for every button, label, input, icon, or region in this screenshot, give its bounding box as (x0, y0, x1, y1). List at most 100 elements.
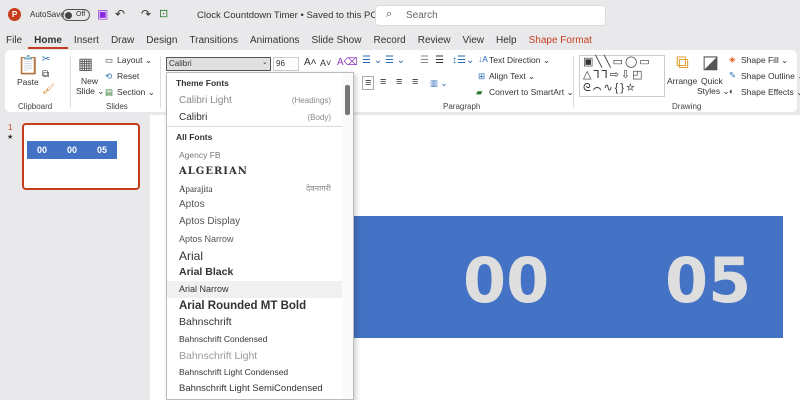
font-option-name: Bahnschrift Condensed (179, 333, 268, 344)
tab-slide-show[interactable]: Slide Show (305, 33, 367, 49)
copy-icon[interactable]: ⧉ (42, 69, 49, 80)
layout-button[interactable]: Layout ⌄ (117, 55, 152, 66)
paste-icon[interactable]: 📋 (17, 55, 39, 76)
decrease-font-size-icon[interactable]: A˅ (320, 58, 331, 68)
font-option[interactable]: Bahnschrift Light Condensed (167, 364, 343, 381)
font-option[interactable]: Aptos Display (167, 214, 343, 231)
shape-effects-button[interactable]: Shape Effects ⌄ (741, 87, 800, 98)
font-option[interactable]: Bahnschrift Light SemiCondensed (167, 381, 343, 398)
font-size-input[interactable]: 96 (273, 57, 299, 71)
font-option-name: Arial Narrow (179, 283, 229, 294)
tab-insert[interactable]: Insert (68, 33, 105, 49)
layout-icon: ▭ (105, 55, 114, 65)
section-button[interactable]: Section ⌄ (117, 87, 155, 98)
font-option-name: Arial Black (179, 266, 234, 279)
font-option[interactable]: Arial (167, 248, 343, 265)
decrease-indent-icon[interactable]: ☰ (420, 55, 429, 66)
increase-font-size-icon[interactable]: A˄ (304, 57, 317, 68)
tab-view[interactable]: View (457, 33, 491, 49)
increase-indent-icon[interactable]: ☰ (435, 55, 444, 66)
cut-icon[interactable]: ✂ (42, 54, 50, 65)
font-dropdown-scrollbar[interactable] (342, 73, 353, 399)
present-icon[interactable]: ⊡ (159, 7, 168, 20)
tab-home[interactable]: Home (28, 33, 68, 49)
font-option[interactable]: Bahnschrift (167, 314, 343, 331)
font-name-input[interactable]: Calibri (166, 57, 271, 71)
tab-file[interactable]: File (0, 33, 28, 49)
font-option-hint: (Headings) (291, 96, 331, 105)
tab-design[interactable]: Design (140, 33, 183, 49)
align-left-icon[interactable]: ≡ (362, 76, 375, 90)
font-option[interactable]: Arial Black (167, 264, 343, 281)
align-center-icon[interactable]: ≡ (380, 76, 386, 88)
new-slide-label[interactable]: Slide ⌄ (76, 86, 104, 97)
font-option-name: Agency FB (179, 150, 221, 161)
new-slide-icon[interactable]: ▦ (78, 54, 93, 74)
tab-shape-format[interactable]: Shape Format (523, 33, 598, 49)
tab-transitions[interactable]: Transitions (183, 33, 244, 49)
reset-button[interactable]: Reset (117, 71, 139, 81)
section-icon: ▤ (105, 87, 114, 97)
shape-effects-icon: ◐ (729, 86, 735, 96)
font-option[interactable]: Agency FB (167, 147, 343, 164)
autosave-toggle[interactable]: Off (62, 9, 90, 21)
align-text-button[interactable]: Align Text ⌄ (489, 71, 535, 82)
font-option[interactable]: Arial Rounded MT Bold (167, 298, 343, 315)
paragraph-group-label: Paragraph (443, 102, 481, 111)
font-option-name: Calibri (179, 111, 208, 123)
slide-number: 1 (8, 123, 13, 132)
quick-styles-icon[interactable]: ◪ (702, 52, 719, 73)
shape-fill-button[interactable]: Shape Fill ⌄ (741, 55, 788, 66)
font-option-name: Bahnschrift Light (179, 349, 258, 362)
tab-record[interactable]: Record (367, 33, 411, 49)
font-option[interactable]: Calibri Light (Headings) (167, 93, 343, 110)
timer-seconds[interactable]: 05 (665, 244, 751, 317)
quick-styles-label[interactable]: Styles ⌄ (697, 86, 730, 97)
font-option[interactable]: ALGERIAN (167, 164, 343, 181)
line-spacing-icon[interactable]: ↕☰⌄ (452, 55, 474, 66)
convert-smartart-button[interactable]: Convert to SmartArt ⌄ (489, 87, 574, 98)
ribbon-tabs: File Home Insert Draw Design Transitions Anima… (0, 33, 598, 49)
document-title[interactable]: Clock Countdown Timer • Saved to this PC… (197, 10, 388, 21)
arrange-icon[interactable]: ⧉ (676, 52, 689, 73)
font-option[interactable]: Aptos (167, 197, 343, 214)
clear-formatting-icon[interactable]: A⌫ (337, 57, 358, 68)
font-name-dropdown-chevron-icon[interactable]: ⌄ (262, 58, 268, 66)
numbering-icon[interactable]: ☰ ⌄ (385, 55, 405, 66)
reset-icon: ⟲ (105, 71, 113, 81)
tab-animations[interactable]: Animations (244, 33, 305, 49)
justify-icon[interactable]: ≡ (412, 76, 418, 88)
font-option[interactable]: Arial Narrow (167, 280, 343, 298)
all-fonts-header: All Fonts (176, 132, 213, 143)
thumbnail-hours: 00 (36, 145, 47, 155)
font-option-name: Bahnschrift Light SemiCondensed (179, 383, 323, 394)
shape-outline-button[interactable]: Shape Outline ⌄ (741, 71, 800, 82)
font-option[interactable]: Bahnschrift Condensed (167, 331, 343, 348)
font-option[interactable]: Aparajita देवनागरी (167, 181, 343, 198)
text-direction-button[interactable]: Text Direction ⌄ (489, 55, 550, 66)
redo-icon[interactable]: ↷ (141, 7, 151, 21)
undo-icon[interactable]: ↶ (115, 7, 125, 21)
font-option[interactable]: Bahnschrift Light (167, 348, 343, 365)
search-input[interactable]: Search (375, 5, 606, 26)
format-painter-icon[interactable]: 🖌 (42, 84, 55, 95)
font-option[interactable]: Calibri (Body) (167, 110, 343, 127)
tab-help[interactable]: Help (490, 33, 523, 49)
align-right-icon[interactable]: ≡ (396, 76, 402, 88)
tab-review[interactable]: Review (412, 33, 457, 49)
timer-minutes[interactable]: 00 (463, 244, 549, 317)
scrollbar-thumb[interactable] (345, 85, 350, 115)
arrange-button[interactable]: Arrange (667, 76, 697, 86)
tab-draw[interactable]: Draw (105, 33, 140, 49)
shapes-gallery[interactable]: ▣╲╲▭◯▭ △⅂⅂⇨⇩◰ ᘓ⌒∿{}☆ (579, 55, 665, 97)
thumbnail-timer-bar: 00 00 05 (27, 141, 117, 159)
quick-styles-button[interactable]: Quick (701, 76, 723, 86)
columns-icon[interactable]: ▥ ⌄ (430, 78, 448, 89)
paste-button[interactable]: Paste (17, 77, 39, 87)
new-slide-button[interactable]: New (81, 76, 98, 86)
font-option-name: Aptos (179, 199, 205, 211)
bullets-icon[interactable]: ☰ ⌄ (362, 55, 382, 66)
font-dropdown: Theme Fonts Calibri Light (Headings) Calib… (166, 72, 354, 400)
font-option[interactable]: Aptos Narrow (167, 231, 343, 248)
save-icon[interactable]: ▣ (97, 7, 108, 21)
